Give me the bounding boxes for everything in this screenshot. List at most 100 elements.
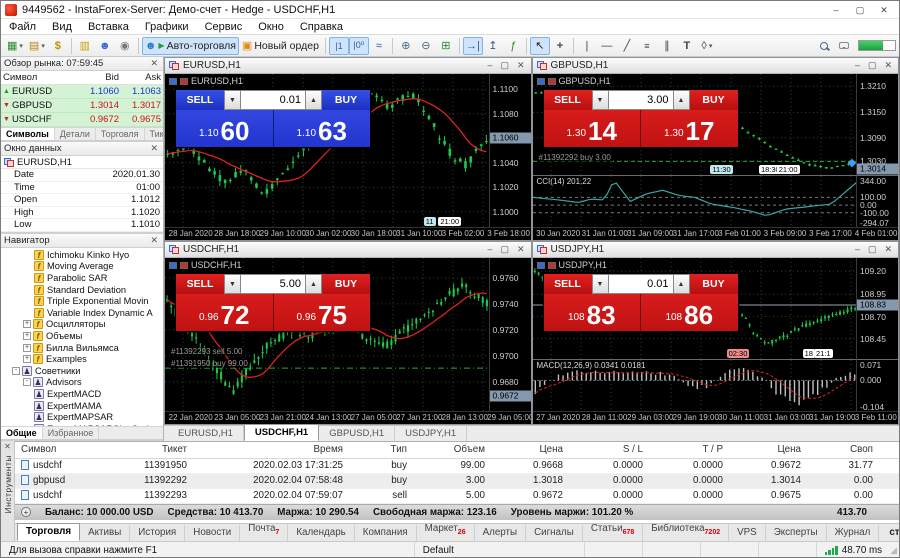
terminal-tab-маркет[interactable]: Маркет26: [417, 521, 475, 541]
crosshair-tool[interactable]: +: [550, 37, 570, 55]
trendline-tool[interactable]: ╱: [617, 37, 637, 55]
price-scale[interactable]: 0.97600.97400.97200.97000.96800.9672: [489, 258, 531, 411]
terminal-toggle[interactable]: ◉: [115, 37, 135, 55]
close-icon[interactable]: ✕: [884, 244, 892, 255]
maximize-button[interactable]: ▢: [849, 3, 871, 17]
minimize-button[interactable]: –: [825, 3, 847, 17]
connection-status[interactable]: 48.70 ms: [817, 542, 890, 558]
minimize-icon[interactable]: –: [855, 60, 860, 71]
chart-tab-eurusd-h1[interactable]: EURUSD,H1: [168, 426, 244, 441]
navigator-item[interactable]: +fExamples: [1, 353, 163, 365]
close-icon[interactable]: ✕: [517, 244, 525, 255]
price-scale[interactable]: 109.20108.95108.70108.45108.83: [856, 258, 898, 359]
col-bid[interactable]: Bid: [77, 72, 119, 83]
buy-price[interactable]: 1.1063: [273, 110, 371, 147]
navigator-item[interactable]: fVariable Index Dynamic A: [1, 307, 163, 319]
expand-toggle-icon[interactable]: -: [12, 367, 20, 375]
minimize-icon[interactable]: –: [487, 60, 492, 71]
chart-canvas[interactable]: GBPUSD,H1SELL▼3.00▲BUY1.30141.3017#11392…: [533, 74, 899, 240]
buy-price[interactable]: 10886: [640, 294, 738, 331]
volume-input[interactable]: 0.01: [609, 274, 673, 294]
terminal-tab-календарь[interactable]: Календарь: [288, 525, 354, 541]
volume-dropdown-icon[interactable]: ▼: [224, 90, 241, 110]
close-icon[interactable]: ✕: [148, 235, 160, 246]
sell-button[interactable]: SELL: [176, 90, 224, 110]
chart-window-titlebar[interactable]: EURUSD,H1–▢✕: [165, 58, 531, 74]
expand-toggle-icon[interactable]: -: [23, 378, 31, 386]
buy-button[interactable]: BUY: [690, 274, 738, 294]
tile-windows-button[interactable]: ⊞: [436, 37, 456, 55]
navigator-item[interactable]: -♟Advisors: [1, 377, 163, 389]
market-watch-row[interactable]: ▼GBPUSD1.30141.3017: [1, 99, 163, 113]
terminal-tab-статьи[interactable]: Статьи678: [583, 521, 643, 541]
navigator-item[interactable]: +fОбъемы: [1, 330, 163, 342]
volume-dropdown-icon[interactable]: ▼: [592, 274, 609, 294]
navigator-item[interactable]: fParabolic SAR: [1, 272, 163, 284]
expand-toggle-icon[interactable]: +: [23, 355, 31, 363]
chart-window-titlebar[interactable]: GBPUSD,H1–▢✕: [533, 58, 899, 74]
terminal-tab-библиотека[interactable]: Библиотека7202: [643, 521, 729, 541]
sell-button[interactable]: SELL: [176, 274, 224, 294]
resize-grip[interactable]: ◢: [890, 545, 899, 556]
terminal-tab-активы[interactable]: Активы: [80, 525, 130, 541]
navigator-item[interactable]: ♟ExpertMAPSAR: [1, 411, 163, 423]
buy-button[interactable]: BUY: [690, 90, 738, 110]
navigator-item[interactable]: ♟ExpertMAMA: [1, 400, 163, 412]
market-watch-row[interactable]: ▲EURUSD1.10601.1063: [1, 85, 163, 99]
volume-up-icon[interactable]: ▲: [673, 274, 690, 294]
buy-price[interactable]: 1.3017: [640, 110, 738, 147]
navigator-toggle[interactable]: ☻: [95, 37, 115, 55]
chart-canvas[interactable]: USDJPY,H1SELL▼0.01▲BUY108831088602:30182…: [533, 258, 899, 424]
navigator-item[interactable]: fIchimoku Kinko Hyo: [1, 249, 163, 261]
auto-scroll-button[interactable]: ↥: [483, 37, 503, 55]
autotrade-button[interactable]: ☻▶Авто-торговля: [142, 37, 239, 55]
chart-window-titlebar[interactable]: USDJPY,H1–▢✕: [533, 242, 899, 258]
zoom-out-button[interactable]: ⊖: [416, 37, 436, 55]
chart-canvas[interactable]: USDCHF,H1SELL▼5.00▲BUY0.96720.9675#11392…: [165, 258, 531, 424]
close-icon[interactable]: ✕: [4, 441, 11, 453]
buy-button[interactable]: BUY: [322, 90, 370, 110]
col-header[interactable]: Объем: [413, 442, 491, 458]
sell-price[interactable]: 0.9672: [176, 294, 273, 331]
volume-dropdown-icon[interactable]: ▼: [592, 90, 609, 110]
minimize-icon[interactable]: –: [487, 244, 492, 255]
navigator-tab-2[interactable]: Избранное: [43, 427, 100, 439]
terminal-side-tab[interactable]: ✕ Инструменты: [1, 441, 15, 541]
maximize-icon[interactable]: ▢: [500, 244, 509, 255]
expand-toggle-icon[interactable]: +: [23, 332, 31, 340]
new-chart-button[interactable]: ▦▾: [4, 37, 26, 55]
col-header[interactable]: S / L: [569, 442, 649, 458]
indicator-scale[interactable]: 344.00100.000.00-100.00-294.07: [856, 175, 898, 227]
close-icon[interactable]: ✕: [148, 143, 160, 154]
menu-item-справка[interactable]: Справка: [292, 19, 351, 35]
sell-button[interactable]: SELL: [544, 274, 592, 294]
terminal-tab-почта[interactable]: Почта7: [240, 521, 288, 541]
expand-icon[interactable]: +: [21, 507, 31, 517]
indicators-button[interactable]: ƒ: [503, 37, 523, 55]
menu-item-окно[interactable]: Окно: [250, 19, 292, 35]
chart-window-titlebar[interactable]: USDCHF,H1–▢✕: [165, 242, 531, 258]
market-watch-toggle[interactable]: ▥: [75, 37, 95, 55]
terminal-tab-сигналы[interactable]: Сигналы: [526, 525, 583, 541]
close-icon[interactable]: ✕: [884, 60, 892, 71]
buy-price[interactable]: 0.9675: [273, 294, 371, 331]
navigator-item[interactable]: +fОсцилляторы: [1, 319, 163, 331]
chat-button[interactable]: [834, 37, 854, 55]
terminal-tab-новости[interactable]: Новости: [185, 525, 240, 541]
chart-canvas[interactable]: EURUSD,H1SELL▼0.01▲BUY1.10601.10631121:0…: [165, 74, 531, 240]
buy-button[interactable]: BUY: [322, 274, 370, 294]
volume-input[interactable]: 0.01: [241, 90, 305, 110]
chart-tab-usdjpy-h1[interactable]: USDJPY,H1: [395, 426, 467, 441]
col-header[interactable]: Прибыль: [879, 442, 899, 458]
volume-up-icon[interactable]: ▲: [305, 274, 322, 294]
time-scale[interactable]: 30 Jan 202031 Jan 01:0031 Jan 09:0031 Ja…: [533, 227, 899, 240]
chart-tab-gbpusd-h1[interactable]: GBPUSD,H1: [319, 426, 395, 441]
col-ask[interactable]: Ask: [119, 72, 161, 83]
maximize-icon[interactable]: ▢: [500, 60, 509, 71]
navigator-item[interactable]: fMoving Average: [1, 261, 163, 273]
sell-price[interactable]: 10883: [544, 294, 641, 331]
terminal-tab-компания[interactable]: Компания: [355, 525, 417, 541]
volume-up-icon[interactable]: ▲: [673, 90, 690, 110]
col-header[interactable]: T / P: [649, 442, 729, 458]
expand-toggle-icon[interactable]: +: [23, 320, 31, 328]
